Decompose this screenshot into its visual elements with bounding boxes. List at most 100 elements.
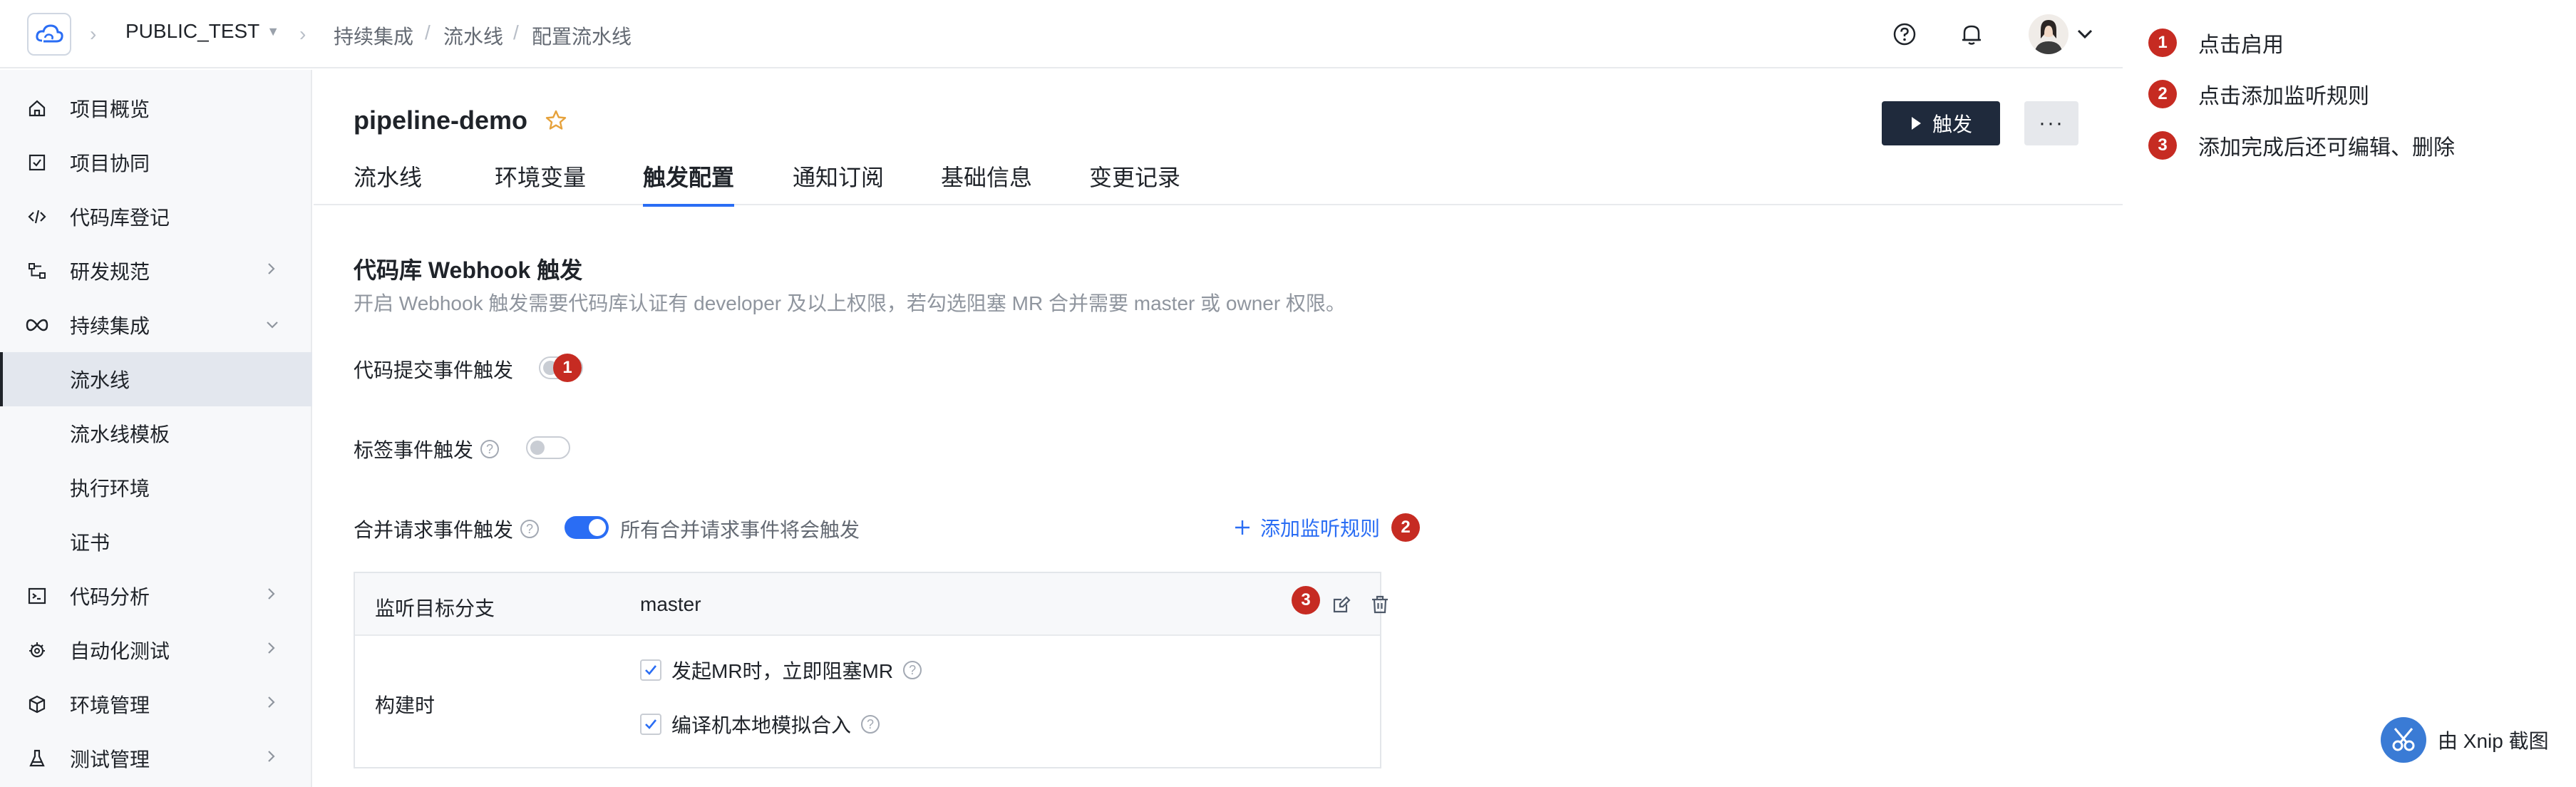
annotation-badge-3: 3: [1292, 586, 1320, 614]
sidebar-item-ci[interactable]: 持续集成: [0, 298, 312, 352]
bell-icon[interactable]: [1957, 20, 1986, 48]
breadcrumb-separator: /: [513, 21, 519, 43]
sidebar-item-standards[interactable]: 研发规范: [0, 244, 312, 298]
branch-key: 监听目标分支: [375, 597, 495, 619]
breadcrumb-pipeline[interactable]: 流水线: [443, 21, 503, 50]
annotation-text: 点击启用: [2198, 34, 2284, 57]
tab-trigger-config[interactable]: 触发配置: [643, 160, 735, 207]
sidebar-item-label: 项目协同: [70, 153, 150, 175]
tag-trigger-text: 标签事件触发: [354, 439, 474, 461]
sidebar-item-pipeline-template[interactable]: 流水线模板: [0, 406, 312, 461]
question-icon[interactable]: ?: [903, 661, 922, 679]
sidebar-item-collab[interactable]: 项目协同: [0, 135, 312, 190]
tag-trigger-toggle[interactable]: [526, 436, 570, 459]
project-switcher[interactable]: PUBLIC_TEST ▼: [125, 20, 279, 43]
chevron-right-icon: [264, 747, 278, 770]
annotation-number: 2: [2148, 80, 2177, 108]
sidebar-item-code-analysis[interactable]: 代码分析: [0, 569, 312, 623]
tab-change-log[interactable]: 变更记录: [1089, 160, 1180, 205]
sidebar-item-label: 流水线模板: [70, 423, 170, 446]
delete-icon[interactable]: [1369, 593, 1391, 616]
tab-basic-info[interactable]: 基础信息: [941, 160, 1032, 205]
app-window: › PUBLIC_TEST ▼ › 持续集成 / 流水线 / 配置流水线 项目概…: [0, 0, 2123, 787]
cloud-logo-icon[interactable]: [27, 13, 71, 56]
sidebar: 项目概览 项目协同 代码库登记 研发规范 持续集成 流水线 流水线模板 执行环境: [0, 70, 312, 787]
star-icon[interactable]: [545, 109, 567, 132]
sidebar-item-repo[interactable]: 代码库登记: [0, 190, 312, 244]
question-icon[interactable]: ?: [480, 440, 500, 458]
trigger-button[interactable]: 触发: [1882, 101, 2000, 145]
trigger-button-label: 触发: [1932, 113, 1972, 135]
checkbox-checked[interactable]: [640, 714, 661, 735]
chevron-right-icon: ›: [299, 23, 306, 45]
toggle-knob: [589, 519, 606, 536]
annotation-text: 点击添加监听规则: [2198, 85, 2369, 108]
listen-rule-card: 监听目标分支 master 3 构建时 发起MR时，立即阻塞MR ? 编译机本地…: [354, 572, 1388, 768]
annotation-badge-2: 2: [1391, 513, 1420, 542]
more-icon: ···: [2039, 111, 2064, 135]
tab-pipeline[interactable]: 流水线: [354, 160, 422, 205]
xnip-logo-icon: [2381, 717, 2426, 763]
local-merge-label: 编译机本地模拟合入: [671, 714, 852, 736]
sidebar-item-test-mgmt[interactable]: 测试管理: [0, 731, 312, 786]
chevron-down-icon[interactable]: [2076, 21, 2094, 49]
flow-icon: [26, 259, 48, 282]
caret-down-icon: ▼: [267, 24, 280, 38]
infinity-icon: [26, 314, 48, 336]
watermark-text: 由 Xnip 截图: [2438, 730, 2549, 752]
block-mr-label: 发起MR时，立即阻塞MR: [671, 660, 894, 682]
xnip-watermark: 由 Xnip 截图: [2381, 717, 2549, 763]
question-icon[interactable]: ?: [520, 520, 540, 538]
flask-icon: [26, 747, 48, 770]
tag-trigger-label: 标签事件触发 ?: [354, 435, 500, 463]
plus-icon: [1235, 520, 1250, 535]
play-icon: [1911, 117, 1921, 130]
push-trigger-text: 代码提交事件触发: [354, 359, 514, 381]
checkbox-icon: [26, 151, 48, 174]
home-icon: [26, 97, 48, 120]
annotation-text: 添加完成后还可编辑、删除: [2198, 136, 2455, 160]
sidebar-item-overview[interactable]: 项目概览: [0, 81, 312, 135]
help-icon[interactable]: [1890, 20, 1919, 48]
sidebar-item-exec-env[interactable]: 执行环境: [0, 461, 312, 515]
tab-notify[interactable]: 通知订阅: [793, 160, 884, 205]
branch-value: master: [640, 593, 701, 615]
annotation-note-3: 3 添加完成后还可编辑、删除: [2148, 130, 2455, 161]
chevron-right-icon: [264, 585, 278, 607]
annotation-number: 3: [2148, 131, 2177, 160]
sidebar-item-label: 测试管理: [70, 749, 150, 771]
chevron-right-icon: ›: [90, 23, 97, 45]
section-title: 代码库 Webhook 触发: [354, 257, 583, 283]
question-icon[interactable]: ?: [861, 715, 880, 734]
sidebar-item-env-mgmt[interactable]: 环境管理: [0, 677, 312, 731]
main-content: pipeline-demo 触发 ··· 流水线 环境变量 触发配置 通知订阅 …: [314, 70, 2123, 787]
sidebar-item-label: 研发规范: [70, 261, 150, 283]
local-merge-option[interactable]: 编译机本地模拟合入 ?: [640, 710, 880, 739]
tab-env-vars[interactable]: 环境变量: [495, 160, 586, 205]
breadcrumb-ci[interactable]: 持续集成: [334, 21, 413, 50]
sidebar-item-auto-test[interactable]: 自动化测试: [0, 623, 312, 677]
block-mr-option[interactable]: 发起MR时，立即阻塞MR ?: [640, 656, 922, 684]
bug-icon: [26, 639, 48, 662]
mr-trigger-text: 合并请求事件触发: [354, 519, 514, 541]
sidebar-item-label: 持续集成: [70, 315, 150, 337]
tab-bar: 流水线 环境变量 触发配置 通知订阅 基础信息 变更记录: [314, 160, 2123, 207]
add-rule-label: 添加监听规则: [1260, 518, 1381, 540]
edit-icon[interactable]: [1330, 593, 1353, 616]
mr-trigger-toggle[interactable]: [565, 516, 609, 539]
project-name: PUBLIC_TEST: [125, 20, 260, 42]
push-trigger-label: 代码提交事件触发: [354, 355, 513, 384]
rule-header-row: 监听目标分支 master 3: [355, 573, 1388, 636]
sidebar-item-certificate[interactable]: 证书: [0, 515, 312, 569]
terminal-icon: [26, 585, 48, 607]
sidebar-item-pipeline[interactable]: 流水线: [0, 352, 312, 406]
code-icon: [26, 205, 48, 228]
add-rule-button[interactable]: 添加监听规则: [1233, 513, 1380, 542]
more-button[interactable]: ···: [2024, 101, 2078, 145]
sidebar-item-label: 执行环境: [70, 478, 150, 500]
sidebar-item-label: 证书: [70, 532, 110, 554]
avatar[interactable]: [2029, 14, 2068, 54]
sidebar-item-label: 项目概览: [70, 98, 150, 120]
breadcrumb-separator: /: [425, 21, 431, 43]
checkbox-checked[interactable]: [640, 659, 661, 681]
